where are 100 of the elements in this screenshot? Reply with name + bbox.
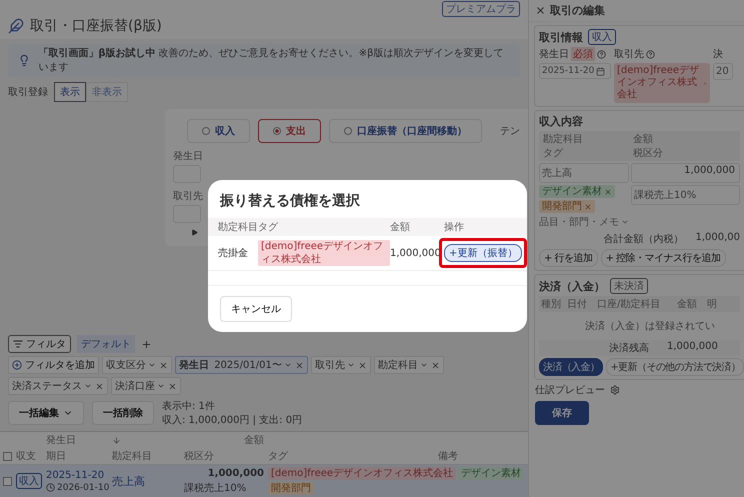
add-icon[interactable] [141, 338, 152, 350]
filter-chip-label[interactable]: 決済ステータス [12, 379, 92, 393]
column-header: 日付 [567, 298, 588, 311]
help-icon[interactable] [597, 50, 606, 58]
total-value: 1,000,00 [695, 232, 740, 245]
caret-icon [157, 382, 165, 390]
cancel-button[interactable]: キャンセル [220, 296, 292, 322]
tag: デザイン素材 [539, 185, 615, 198]
close-icon[interactable] [430, 360, 440, 370]
section-heading: 収入内容 [539, 114, 584, 129]
totals-text: 収入: 1,000,000円 | 支出: 0円 [162, 414, 302, 427]
calendar-icon [596, 66, 606, 76]
page-title: 取引・口座振替(β版) [30, 17, 162, 35]
close-icon[interactable] [159, 360, 168, 370]
payment-button[interactable]: +更新（その他の方法で決済） [606, 358, 744, 376]
column-header: 勘定科目 [218, 220, 258, 234]
close-icon[interactable] [95, 382, 104, 390]
amount-text: 1,000,000 [208, 468, 264, 478]
caret-icon [284, 361, 292, 369]
column-header[interactable]: 発生日 [46, 433, 76, 447]
remove-icon[interactable] [604, 188, 612, 196]
filter-chip-label[interactable]: 取引先 [314, 358, 355, 372]
empty-message: 決済（入金）は登録されてい [584, 320, 716, 334]
column-header: 金額 [390, 220, 411, 234]
field-label: 発生日 [539, 48, 569, 61]
column-header: タグ [258, 221, 279, 234]
toggle-option[interactable]: 非表示 [86, 82, 128, 102]
add-row-button[interactable]: + 控除・マイナス行を追加 [600, 249, 726, 267]
add-row-button[interactable]: + 行を追加 [539, 249, 598, 267]
column-header: 金額 [244, 434, 265, 447]
input-field[interactable]: 20 [713, 63, 733, 80]
field-label: 決 [713, 48, 723, 61]
due-date-text: 2026-01-10 [57, 482, 110, 492]
column-header: タグ [268, 450, 288, 463]
caret-icon[interactable] [621, 218, 629, 226]
type-badge: 収入 [588, 29, 616, 45]
date-text: 2025-11-20 [46, 470, 106, 480]
tag: 開発部門 [539, 200, 595, 213]
field-label: 取引先 [173, 190, 203, 203]
toggle-option[interactable]: 表示 [54, 82, 86, 102]
type-tab[interactable]: 口座振替（口座間移動） [329, 119, 482, 143]
view-tab[interactable]: デフォルト [77, 335, 135, 353]
account-text: 売上高 [112, 474, 145, 488]
column-header: タグ [543, 147, 564, 160]
remove-icon[interactable] [584, 202, 592, 210]
column-header: 金額 [677, 298, 698, 311]
account-field[interactable]: 売上高 [539, 163, 629, 183]
transfer-button[interactable]: +更新（振替） [444, 244, 522, 262]
tag: デザイン素材 [458, 467, 524, 480]
caret-icon [84, 382, 92, 390]
row-checkbox[interactable] [3, 476, 12, 486]
filter-chip-label[interactable]: 決済口座 [115, 379, 165, 393]
add-filter-button[interactable]: フィルタを追加 [8, 356, 99, 374]
close-icon[interactable] [535, 5, 546, 16]
bulk-button[interactable]: 一括編集 [8, 401, 84, 425]
caret-icon [148, 361, 156, 369]
settings-icon[interactable] [610, 385, 620, 395]
lightbulb-icon [18, 54, 30, 67]
partner-field[interactable]: [demo]freeeデザインオフィス株式会社 [614, 63, 710, 103]
bulk-button[interactable]: 一括削除 [92, 401, 154, 425]
filter-chip-label[interactable]: 収支区分 [106, 358, 156, 372]
field-label: 取引先 [614, 48, 644, 61]
details-toggle[interactable]: 品目・部門・メモ [539, 215, 619, 229]
tag: [demo]freeeデザインオフィス株式会社 [258, 240, 390, 266]
sort-icon[interactable] [112, 436, 121, 444]
column-header: 口座/勘定科目 [597, 298, 662, 311]
close-icon[interactable] [168, 382, 177, 390]
column-header: 操作 [444, 221, 465, 234]
clock-icon [46, 483, 55, 492]
balance-label: 決済残高 [609, 342, 649, 355]
help-icon[interactable] [646, 50, 655, 58]
result-count: 表示中: 1件 [162, 400, 216, 413]
amount-field[interactable]: 1,000,000 [631, 163, 740, 183]
filter-chip-label[interactable]: 発生日 2025/01/01〜 [179, 358, 292, 372]
type-tab[interactable]: 収入 [187, 119, 250, 143]
panel-title: 取引の編集 [550, 3, 605, 18]
total-label: 合計金額（内税） [603, 232, 684, 246]
filter-button[interactable]: フィルタ [8, 335, 71, 353]
save-button[interactable]: 保存 [535, 401, 589, 425]
preview-label: 仕訳プレビュー [535, 384, 605, 397]
column-header: 税区分 [184, 450, 214, 463]
column-header: 勘定科目 [543, 132, 584, 146]
close-icon[interactable] [294, 360, 304, 370]
date-field[interactable]: 2025-11-20 [539, 63, 611, 79]
plus-circle-icon [12, 360, 22, 370]
feather-icon [8, 18, 24, 34]
select-all-checkbox[interactable] [3, 452, 12, 460]
tag: [demo]freeeデザインオフィス株式会社 [268, 467, 456, 480]
expand-icon[interactable] [191, 229, 198, 236]
caret-icon [346, 361, 355, 369]
column-header: 税区分 [633, 146, 664, 160]
tax-field[interactable]: 課税売上10% [631, 185, 740, 205]
caret-icon [420, 361, 428, 369]
payment-button[interactable]: 決済（入金） [539, 358, 604, 376]
close-icon[interactable] [358, 360, 367, 370]
type-tab[interactable]: 支出 [258, 119, 321, 143]
tag: 開発部門 [268, 482, 314, 495]
column-header: 備考 [438, 450, 458, 463]
tax-text: 課税売上10% [184, 482, 248, 494]
filter-chip-label[interactable]: 勘定科目 [378, 358, 428, 372]
